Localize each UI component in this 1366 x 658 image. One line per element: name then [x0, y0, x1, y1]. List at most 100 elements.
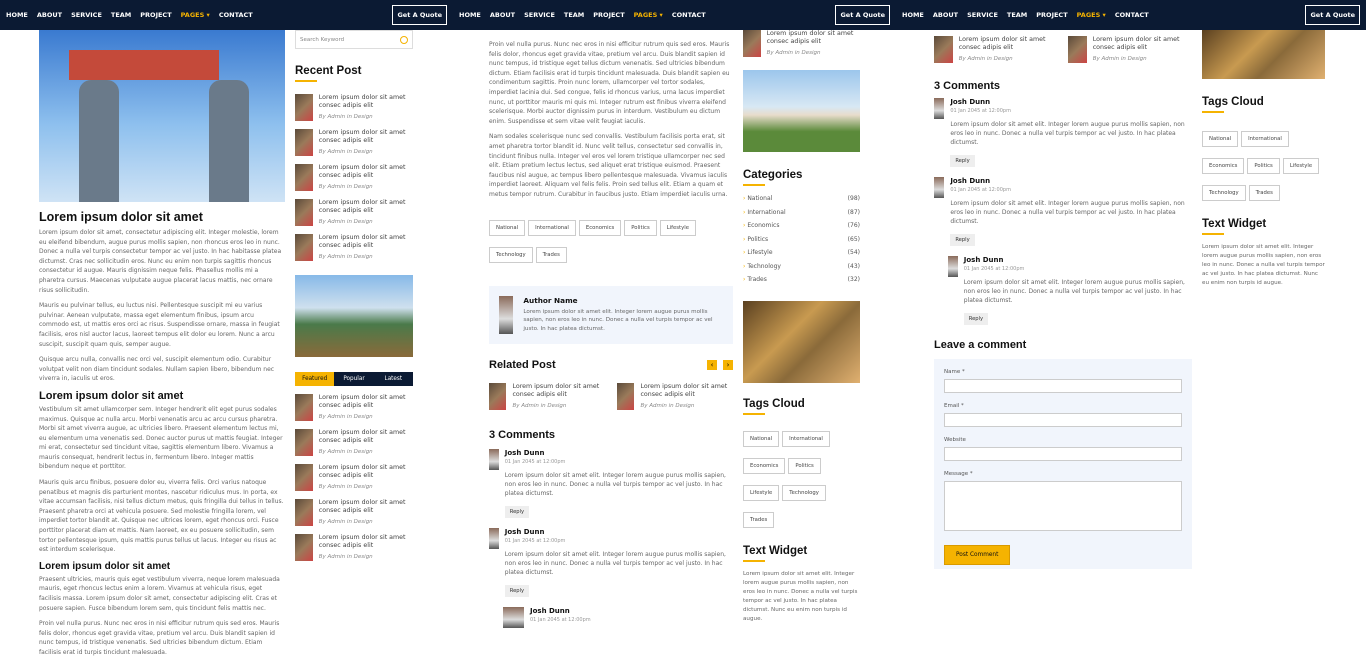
category-item[interactable]: Lifestyle(54)	[743, 246, 860, 260]
tag[interactable]: National	[1202, 131, 1239, 147]
nav-home[interactable]: HOME	[6, 11, 28, 19]
nav-service[interactable]: SERVICE	[524, 11, 555, 19]
tag[interactable]: Trades	[535, 246, 567, 263]
reply-button[interactable]: Reply	[504, 505, 530, 518]
related-post[interactable]: Lorem ipsum dolor sit amet consec adipis…	[489, 382, 605, 410]
reply-button[interactable]: Reply	[950, 234, 975, 246]
post-comment-button[interactable]: Post Comment	[944, 545, 1011, 565]
nav-home[interactable]: HOME	[902, 11, 924, 19]
name-label: Name *	[944, 369, 965, 375]
tag[interactable]: Trades	[1248, 185, 1280, 201]
nav-contact[interactable]: CONTACT	[1115, 11, 1149, 19]
tab-popular[interactable]: Popular	[334, 372, 374, 386]
nav-project[interactable]: PROJECT	[140, 11, 171, 19]
tag[interactable]: Lifestyle	[1282, 158, 1320, 174]
nav-home[interactable]: HOME	[459, 11, 481, 19]
nav-project[interactable]: PROJECT	[1036, 11, 1067, 19]
nav-contact[interactable]: CONTACT	[672, 11, 706, 19]
commenter-avatar	[503, 606, 524, 628]
feed-post[interactable]: Lorem ipsum dolor sit amet consec adipis…	[295, 429, 413, 456]
recent-post[interactable]: Lorem ipsum dolor sit amet consec adipis…	[295, 94, 413, 121]
nav-about[interactable]: ABOUT	[933, 11, 958, 19]
nav-team[interactable]: TEAM	[1007, 11, 1027, 19]
related-post[interactable]: Lorem ipsum dolor sit amet consec adipis…	[1068, 36, 1192, 63]
nav-service[interactable]: SERVICE	[967, 11, 998, 19]
recent-post[interactable]: Lorem ipsum dolor sit amet consec adipis…	[295, 234, 413, 261]
recent-post[interactable]: Lorem ipsum dolor sit amet consec adipis…	[743, 30, 860, 57]
tag[interactable]: Economics	[1202, 158, 1245, 174]
tag[interactable]: Lifestyle	[743, 484, 780, 501]
mid-article: Proin vel nulla purus. Nunc nec eros in …	[489, 40, 733, 639]
chevron-left-icon[interactable]: ‹	[707, 359, 717, 370]
workers-image	[743, 300, 860, 383]
reply-button[interactable]: Reply	[504, 584, 530, 597]
related-post[interactable]: Lorem ipsum dolor sit amet consec adipis…	[617, 382, 733, 410]
nav-contact[interactable]: CONTACT	[219, 11, 253, 19]
tag[interactable]: Economics	[743, 457, 786, 474]
feed-post[interactable]: Lorem ipsum dolor sit amet consec adipis…	[295, 394, 413, 421]
nav-service[interactable]: SERVICE	[71, 11, 102, 19]
comments-title: 3 Comments	[934, 80, 1001, 92]
nav-team[interactable]: TEAM	[564, 11, 584, 19]
nav-pages[interactable]: PAGES ▾	[181, 11, 210, 19]
nav-about[interactable]: ABOUT	[490, 11, 515, 19]
search-icon[interactable]	[400, 35, 408, 44]
search-box[interactable]: Search Keyword	[295, 30, 413, 49]
tag[interactable]: Technology	[489, 246, 533, 263]
tab-featured[interactable]: Featured	[295, 372, 335, 386]
feed-post[interactable]: Lorem ipsum dolor sit amet consec adipis…	[295, 464, 413, 491]
workers-image	[1202, 30, 1325, 79]
recent-post[interactable]: Lorem ipsum dolor sit amet consec adipis…	[295, 199, 413, 226]
feed-post[interactable]: Lorem ipsum dolor sit amet consec adipis…	[295, 499, 413, 526]
quote-button[interactable]: Get A Quote	[1305, 5, 1360, 25]
recent-post[interactable]: Lorem ipsum dolor sit amet consec adipis…	[295, 164, 413, 191]
category-item[interactable]: Technology(43)	[743, 260, 860, 274]
email-field[interactable]	[944, 413, 1182, 427]
navbar-2: HOME ABOUT SERVICE TEAM PROJECT PAGES ▾ …	[453, 0, 896, 30]
tag[interactable]: Politics	[1247, 158, 1280, 174]
tag[interactable]: Economics	[578, 219, 622, 236]
tag[interactable]: Trades	[743, 511, 775, 528]
website-field[interactable]	[944, 447, 1182, 461]
tag[interactable]: International	[782, 430, 830, 447]
category-item[interactable]: Politics(65)	[743, 233, 860, 247]
tag[interactable]: Technology	[782, 484, 826, 501]
category-item[interactable]: Trades(32)	[743, 273, 860, 287]
comment: Josh Dunn 01 Jan 2045 at 12:00pm Lorem ips…	[934, 177, 1192, 246]
tag[interactable]: Lifestyle	[659, 219, 696, 236]
tab-latest[interactable]: Latest	[373, 372, 413, 386]
tag[interactable]: Technology	[1202, 185, 1246, 201]
reply-button[interactable]: Reply	[963, 313, 989, 325]
comment: Josh Dunn 01 Jan 2045 at 12:00pm Lorem ips…	[489, 527, 733, 597]
chevron-right-icon[interactable]: ›	[723, 359, 733, 370]
category-item[interactable]: International(87)	[743, 206, 860, 220]
post-thumbnail	[295, 94, 313, 121]
categories-title: Categories	[743, 169, 860, 186]
recent-post[interactable]: Lorem ipsum dolor sit amet consec adipis…	[295, 129, 413, 156]
tag[interactable]: International	[1241, 131, 1289, 147]
search-input[interactable]: Search Keyword	[300, 37, 344, 43]
tag[interactable]: National	[743, 430, 780, 447]
quote-button[interactable]: Get A Quote	[835, 5, 890, 25]
reply-button[interactable]: Reply	[950, 155, 975, 167]
article-paragraph: Mauris eu pulvinar tellus, eu luctus nis…	[39, 302, 280, 348]
nav-team[interactable]: TEAM	[111, 11, 131, 19]
post-thumbnail	[934, 36, 953, 63]
category-item[interactable]: National(98)	[743, 192, 860, 206]
tag[interactable]: National	[489, 219, 526, 236]
commenter-avatar	[934, 98, 945, 119]
category-item[interactable]: Economics(76)	[743, 219, 860, 233]
message-field[interactable]	[944, 481, 1182, 531]
nav-project[interactable]: PROJECT	[593, 11, 624, 19]
nav-pages[interactable]: PAGES ▾	[634, 11, 663, 19]
tag[interactable]: International	[528, 219, 576, 236]
quote-button[interactable]: Get A Quote	[392, 5, 447, 25]
related-post[interactable]: Lorem ipsum dolor sit amet consec adipis…	[934, 36, 1058, 63]
tag[interactable]: Politics	[788, 457, 821, 474]
post-thumbnail	[617, 382, 635, 410]
nav-pages[interactable]: PAGES ▾	[1077, 11, 1106, 19]
name-field[interactable]	[944, 379, 1182, 393]
nav-about[interactable]: ABOUT	[37, 11, 62, 19]
feed-post[interactable]: Lorem ipsum dolor sit amet consec adipis…	[295, 534, 413, 561]
tag[interactable]: Politics	[624, 219, 657, 236]
